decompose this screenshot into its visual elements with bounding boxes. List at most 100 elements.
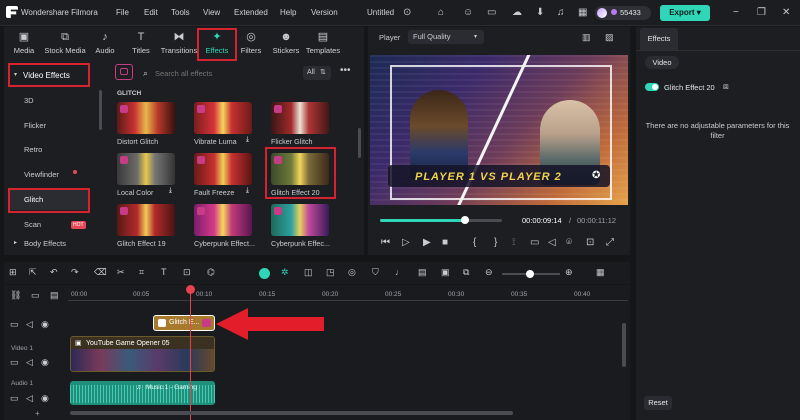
split-icon[interactable]: ✂ bbox=[117, 267, 125, 278]
layout-icon[interactable]: ▭ bbox=[487, 7, 496, 19]
ripple-icon[interactable]: ✲ bbox=[281, 267, 289, 278]
properties-tab-effects[interactable]: Effects bbox=[640, 28, 678, 50]
sidebar-item-3d[interactable]: 3D bbox=[8, 91, 90, 111]
microphone-icon[interactable]: ♩ bbox=[395, 267, 404, 277]
redo-icon[interactable]: ↷ bbox=[71, 267, 79, 278]
more-options-icon[interactable]: ••• bbox=[340, 65, 351, 76]
favorites-button[interactable] bbox=[115, 64, 133, 80]
tab-stickers[interactable]: ☻ Stickers bbox=[266, 29, 306, 61]
effect-card[interactable]: Glitch Effect 19 bbox=[117, 204, 175, 248]
grid-scrollbar[interactable] bbox=[358, 128, 361, 158]
menu-file[interactable]: File bbox=[116, 8, 129, 17]
audio-clip[interactable]: ♫ Music 1 - Gaming bbox=[70, 381, 215, 405]
tab-transitions[interactable]: ⧓ Transitions bbox=[158, 29, 200, 61]
minimize-icon[interactable]: − bbox=[733, 7, 739, 19]
track-lock-icon[interactable]: ◁ bbox=[26, 319, 33, 330]
video-clip[interactable]: ▣ YouTube Game Opener 05 bbox=[70, 336, 215, 372]
layout-grid-icon[interactable]: ⊞ bbox=[9, 267, 17, 278]
aspect-ratio-icon[interactable]: ⊡ bbox=[586, 237, 594, 248]
audio-folder-icon[interactable]: ▭ bbox=[10, 393, 19, 404]
effect-clip[interactable]: Glitch E... bbox=[153, 315, 215, 331]
audio-eye-icon[interactable]: ◉ bbox=[41, 393, 49, 404]
video-preview[interactable]: PLAYER 1 VS PLAYER 2 ✪ bbox=[370, 55, 628, 205]
subtitle-icon[interactable]: ▣ bbox=[441, 267, 450, 278]
voiceover-icon[interactable]: ▤ bbox=[418, 267, 427, 278]
search-input[interactable] bbox=[155, 66, 295, 80]
sidebar-item-flicker[interactable]: Flicker bbox=[8, 116, 90, 136]
tab-media[interactable]: ▣ Media bbox=[4, 29, 44, 61]
split-view-icon[interactable]: ▥ bbox=[582, 31, 591, 43]
playhead-handle[interactable] bbox=[186, 285, 195, 294]
effect-toggle[interactable] bbox=[645, 83, 659, 91]
add-icon[interactable]: + bbox=[35, 409, 40, 418]
camera-icon[interactable]: ⌾ bbox=[566, 237, 572, 248]
tab-stock-media[interactable]: ⧉ Stock Media bbox=[43, 29, 87, 61]
sidebar-item-viewfinder[interactable]: Viewfinder bbox=[8, 165, 90, 185]
menu-help[interactable]: Help bbox=[280, 8, 296, 17]
mark-in-icon[interactable]: { bbox=[473, 237, 476, 248]
effect-card[interactable]: Cyberpunk Effect... bbox=[194, 204, 255, 248]
quality-dropdown[interactable]: Full Quality ▾ bbox=[408, 30, 484, 44]
zoom-slider[interactable] bbox=[502, 270, 560, 278]
color-icon[interactable]: ⌬ bbox=[207, 267, 215, 278]
fullscreen-icon[interactable]: ⤢ bbox=[606, 237, 614, 248]
menu-extended[interactable]: Extended bbox=[234, 8, 268, 17]
effect-card[interactable]: Flicker Glitch bbox=[271, 102, 329, 146]
zoom-slider-handle[interactable] bbox=[526, 270, 534, 278]
video-mute-icon[interactable]: ◁ bbox=[26, 357, 33, 368]
keyframe-icon[interactable]: ◎ bbox=[348, 267, 356, 278]
stop-icon[interactable]: ■ bbox=[442, 237, 448, 248]
playback-track[interactable] bbox=[380, 216, 502, 224]
effect-card[interactable]: Cyberpunk Effec... bbox=[271, 204, 330, 248]
select-tool-icon[interactable]: ⇱ bbox=[29, 267, 37, 278]
view-options-icon[interactable]: ▦ bbox=[596, 267, 605, 278]
properties-subtab-video[interactable]: Video bbox=[645, 56, 679, 69]
filter-dropdown[interactable]: All ⇅ bbox=[303, 66, 331, 80]
previous-frame-icon[interactable]: ⏮ bbox=[381, 237, 390, 248]
track-folder-icon[interactable]: ▭ bbox=[10, 319, 19, 330]
track-link-icon[interactable]: ▭ bbox=[31, 290, 40, 301]
menu-view[interactable]: View bbox=[203, 8, 220, 17]
menu-tools[interactable]: Tools bbox=[171, 8, 190, 17]
sidebar-item-body-effects[interactable]: ▸ Body Effects bbox=[8, 236, 90, 252]
volume-icon[interactable]: ◁ bbox=[548, 237, 556, 248]
effect-card[interactable]: ⤓ Vibrate Luma bbox=[194, 102, 252, 146]
snapshot-icon[interactable]: ▨ bbox=[605, 31, 614, 43]
sidebar-scrollbar[interactable] bbox=[99, 90, 102, 130]
effect-card[interactable]: ⤓ Fault Freeze bbox=[194, 153, 252, 197]
reset-button[interactable]: Reset bbox=[644, 396, 672, 410]
play-triangle-icon[interactable]: ▶ bbox=[423, 237, 431, 248]
sidebar-item-retro[interactable]: Retro bbox=[8, 140, 90, 160]
text-icon[interactable]: T bbox=[161, 267, 167, 277]
menu-version[interactable]: Version bbox=[311, 8, 338, 17]
playhead[interactable] bbox=[190, 286, 191, 420]
mark-out-icon[interactable]: } bbox=[494, 237, 497, 248]
add-track-icon[interactable]: ▤ bbox=[50, 290, 59, 301]
snap-icon[interactable] bbox=[259, 268, 270, 279]
tab-audio[interactable]: ♪ Audio bbox=[86, 29, 124, 61]
link-icon[interactable]: ⛓ bbox=[10, 290, 21, 301]
zoom-out-icon[interactable]: ⊖ bbox=[485, 267, 493, 278]
audio-volume-icon[interactable]: ◁ bbox=[26, 393, 33, 404]
cloud-upload-icon[interactable]: ☁ bbox=[512, 7, 522, 19]
download-icon[interactable]: ⬇ bbox=[536, 7, 544, 19]
ai-icon[interactable]: ◳ bbox=[326, 267, 335, 278]
speed-icon[interactable]: ◫ bbox=[304, 267, 313, 278]
tab-filters[interactable]: ◎ Filters bbox=[232, 29, 270, 61]
render-icon[interactable]: ⟟ bbox=[512, 237, 516, 248]
timeline-horizontal-scrollbar[interactable] bbox=[70, 411, 513, 415]
effect-settings-icon[interactable]: ⧈ bbox=[723, 81, 729, 92]
monitor-icon[interactable]: ▭ bbox=[530, 237, 539, 248]
crop-icon[interactable]: ⊡ bbox=[183, 267, 191, 278]
credits-badge[interactable]: 55433 bbox=[595, 6, 651, 20]
video-folder-icon[interactable]: ▭ bbox=[10, 357, 19, 368]
play-icon[interactable]: ▷ bbox=[402, 237, 410, 248]
effect-card[interactable]: Distort Glitch bbox=[117, 102, 175, 146]
shield-icon[interactable]: ⛉ bbox=[372, 267, 379, 278]
export-button[interactable]: Export ▾ bbox=[660, 5, 710, 21]
menu-edit[interactable]: Edit bbox=[144, 8, 158, 17]
zoom-in-icon[interactable]: ⊕ bbox=[565, 267, 573, 278]
headset-icon[interactable]: ♫ bbox=[557, 7, 565, 19]
stack-icon[interactable]: ⧉ bbox=[463, 267, 469, 278]
community-icon[interactable]: ☺ bbox=[463, 7, 473, 19]
